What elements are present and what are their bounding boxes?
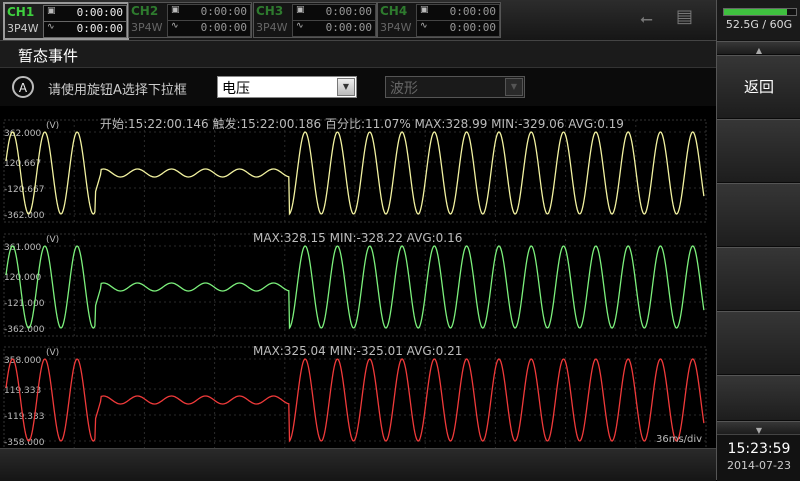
back-button[interactable]: 返回 [717, 55, 800, 119]
y-unit-label: (V) [46, 348, 59, 358]
softkey-2[interactable] [717, 119, 800, 183]
storage-indicator: 52.5G / 60G [717, 0, 800, 41]
y-tick-label: 120.667 [4, 159, 41, 169]
bottom-bar [0, 448, 716, 481]
clock: 15:23:59 2014-07-23 [717, 434, 800, 481]
display-mode-dropdown[interactable]: 波形 ▼ [385, 76, 525, 98]
clock-time: 15:23:59 [727, 441, 791, 457]
channel-mode: 3P4W [256, 21, 288, 34]
channel-name: CH1 [7, 5, 35, 19]
waveform-icon: ∿ [296, 21, 304, 31]
y-tick-label: -121.000 [4, 299, 45, 309]
waveform-charts: 362.000120.667-120.667-362.000(V) 开始:15:2… [3, 116, 707, 448]
chevron-down-icon: ▼ [337, 78, 355, 96]
timebase-label: 36ms/div [656, 434, 702, 445]
record-icon: ▣ [296, 5, 305, 15]
y-tick-label: 119.333 [4, 386, 41, 396]
wave-timer: ∿ 0:00:00 [43, 21, 127, 38]
channel-name: CH4 [380, 4, 408, 18]
stats-label: MAX:328.15 MIN:-328.22 AVG:0.16 [253, 231, 462, 245]
scroll-up-button[interactable]: ▲ [717, 41, 800, 55]
stats-label: MAX:325.04 MIN:-325.01 AVG:0.21 [253, 344, 462, 358]
chevron-down-icon: ▼ [505, 78, 523, 96]
channel-ch3[interactable]: CH3 3P4W ▣ 0:00:00 ∿ 0:00:00 [253, 2, 377, 38]
wave-timer: ∿ 0:00:00 [292, 20, 376, 37]
record-timer: ▣ 0:00:00 [416, 4, 500, 21]
channel-bar: CH1 3P4W ▣ 0:00:00 ∿ 0:00:00 CH2 3P4W ▣ 0:0… [0, 0, 716, 41]
storage-text: 52.5G / 60G [725, 18, 793, 31]
softkey-5[interactable] [717, 311, 800, 375]
page-title: 暂态事件 [18, 47, 79, 65]
waveform-icon: ∿ [420, 21, 428, 31]
page-header: 暂态事件 [0, 41, 716, 68]
channel-mode: 3P4W [7, 22, 39, 35]
scroll-down-button[interactable]: ▼ [717, 421, 800, 435]
record-timer: ▣ 0:00:00 [292, 4, 376, 21]
measure-type-dropdown[interactable]: 电压 ▼ [217, 76, 357, 98]
record-icon: ▣ [47, 6, 56, 16]
softkey-6[interactable] [717, 375, 800, 421]
record-timer: ▣ 0:00:00 [167, 4, 251, 21]
waveform-icon: ∿ [171, 21, 179, 31]
selector-row: A 请使用旋钮A选择下拉框 电压 ▼ 波形 ▼ [0, 68, 716, 106]
channel-ch4[interactable]: CH4 3P4W ▣ 0:00:00 ∿ 0:00:00 [377, 2, 501, 38]
record-icon: ▣ [420, 5, 429, 15]
record-timer: ▣ 0:00:00 [43, 5, 127, 22]
network-icon: ▤ [676, 6, 694, 27]
y-tick-label: -120.667 [4, 185, 44, 195]
waveform-icon: ∿ [47, 22, 55, 32]
storage-bar [723, 8, 797, 16]
softkey-4[interactable] [717, 247, 800, 311]
record-icon: ▣ [171, 5, 180, 15]
channel-name: CH2 [131, 4, 159, 18]
usb-icon: ⭠ [640, 9, 653, 28]
y-tick-label: 120.000 [4, 273, 41, 283]
y-tick-label: -362.000 [4, 325, 45, 335]
y-unit-label: (V) [46, 121, 59, 131]
right-panel: 52.5G / 60G ▲ 返回 ▼ 15:23:59 2014-07-23 [716, 0, 800, 481]
knob-a-icon: A [12, 76, 34, 98]
channel-ch2[interactable]: CH2 3P4W ▣ 0:00:00 ∿ 0:00:00 [128, 2, 252, 38]
channel-ch1[interactable]: CH1 3P4W ▣ 0:00:00 ∿ 0:00:00 [3, 2, 129, 40]
channel-mode: 3P4W [380, 21, 412, 34]
y-tick-label: -358.000 [4, 438, 45, 448]
channel-name: CH3 [256, 4, 284, 18]
y-tick-label: -362.000 [4, 211, 45, 221]
y-unit-label: (V) [46, 235, 59, 245]
channel-mode: 3P4W [131, 21, 163, 34]
wave-timer: ∿ 0:00:00 [167, 20, 251, 37]
y-tick-label: -119.333 [4, 412, 44, 422]
clock-date: 2014-07-23 [727, 459, 791, 472]
wave-timer: ∿ 0:00:00 [416, 20, 500, 37]
softkey-3[interactable] [717, 183, 800, 247]
selector-hint: 请使用旋钮A选择下拉框 [48, 83, 187, 98]
stats-label: 开始:15:22:00.146 触发:15:22:00.186 百分比:11.0… [100, 116, 624, 131]
